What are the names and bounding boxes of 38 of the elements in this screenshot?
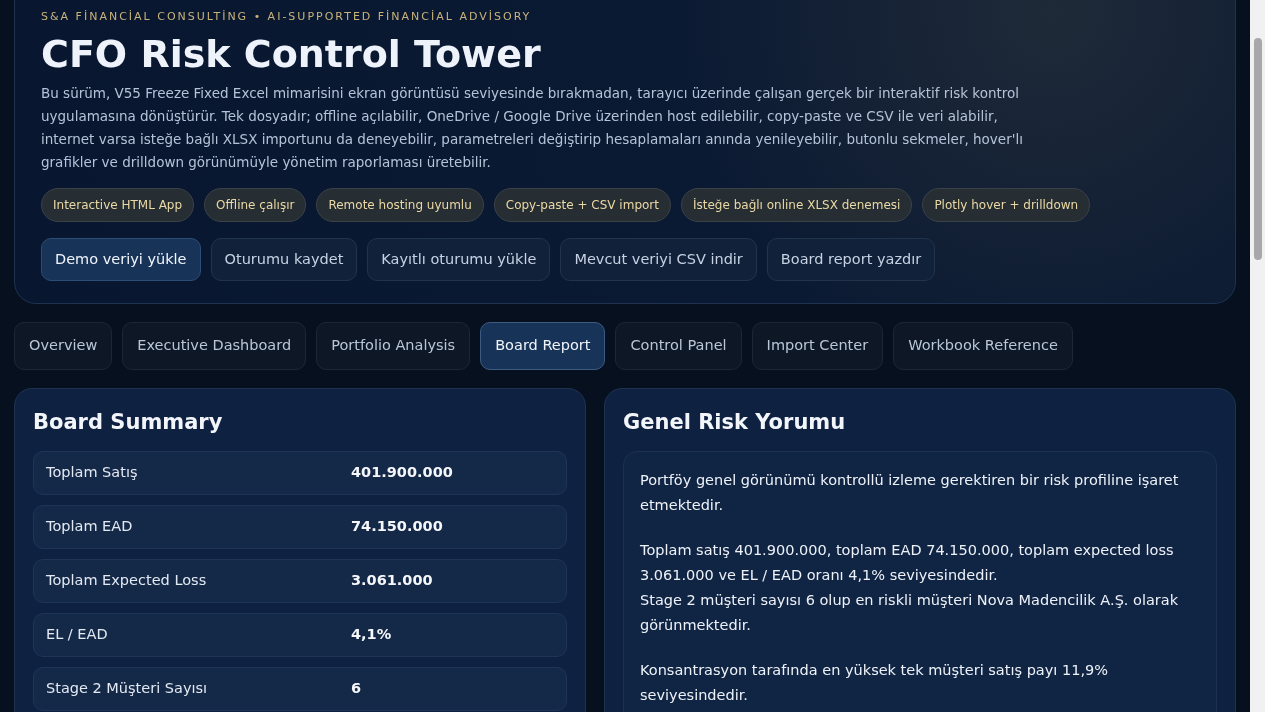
eyebrow-text: S&A FİNANCİAL CONSULTİNG • AI-SUPPORTED FİNANCİAL ADVİSORY [41,9,533,25]
tab[interactable]: Import Center [751,322,884,370]
feature-chip: Offline çalışır [204,187,307,222]
row-value: 401.900.000 [351,462,453,482]
app-title: CFO Risk Control Tower [41,30,542,78]
row-value: 74.150.000 [351,516,443,536]
panel-title: Board Summary [33,409,224,436]
feature-chip: Interactive HTML App [41,187,195,222]
tab[interactable]: Portfolio Analysis [316,322,471,370]
row-value: 6 [351,678,362,698]
action-button[interactable]: Mevcut veriyi CSV indir [560,237,757,282]
action-button[interactable]: Demo veriyi yükle [41,237,201,282]
tab[interactable]: Board Report [480,322,606,370]
feature-chip: Copy-paste + CSV import [493,187,671,222]
row-value: 3.061.000 [351,570,433,590]
tab[interactable]: Overview [14,322,113,370]
panel-title: Genel Risk Yorumu [623,409,847,436]
action-button[interactable]: Kayıtlı oturumu yükle [367,237,551,282]
tab[interactable]: Control Panel [615,322,742,370]
tab[interactable]: Workbook Reference [893,322,1073,370]
row-label: Toplam Expected Loss [46,570,208,590]
row-label: Toplam EAD [46,516,134,536]
feature-chip: Plotly hover + drilldown [922,187,1091,222]
feature-chip: Remote hosting uyumlu [316,187,484,222]
action-button[interactable]: Oturumu kaydet [210,237,358,282]
row-label: EL / EAD [46,624,109,644]
row-label: Stage 2 Müşteri Sayısı [46,678,209,698]
commentary-text: Portföy genel görünümü kontrollü izleme gerektiren bir risk profiline işaret etmektedir. [640,470,1180,515]
tab[interactable]: Executive Dashboard [122,322,307,370]
feature-chip: İsteğe bağlı online XLSX denemesi [681,187,913,222]
commentary-text: Stage 2 müşteri sayısı 6 olup en riskli müşteri Nova Madencilik A.Ş. olarak görünmektedir. [640,590,1180,635]
row-label: Toplam Satış [46,462,139,482]
scrollbar[interactable] [1250,0,1265,712]
commentary-text: Toplam satış 401.900.000, toplam EAD 74.150.000, toplam expected loss 3.061.000 ve EL / EAD oranı 4,1% seviyesindedir. [640,540,1175,585]
row-value: 4,1% [351,624,392,644]
commentary-text: Konsantrasyon tarafında en yüksek tek müşteri satış payı 11,9% seviyesindedir. [640,660,1109,705]
action-button[interactable]: Board report yazdır [766,237,936,282]
description-text: Bu sürüm, V55 Freeze Fixed Excel mimarisini ekran görüntüsü seviyesinde bırakmadan, tarayıcı üzerinde çalışan gerçek bir interaktif risk kontrol uygulamasına dönüştürür. Tek dosyadır; offline açılabilir, OneDrive / Google Drive üzerinden host edilebilir, copy-paste ve CSV ile veri alabilir, internet varsa isteğe bağlı XLSX importunu da deneyebilir, parametreleri değiştirip hesaplamaları anında yenileyebilir, butonlu sekmeler, hover'lı grafikler ve drilldown görünümüyle yönetim raporlaması üretebilir. [41,83,1024,172]
